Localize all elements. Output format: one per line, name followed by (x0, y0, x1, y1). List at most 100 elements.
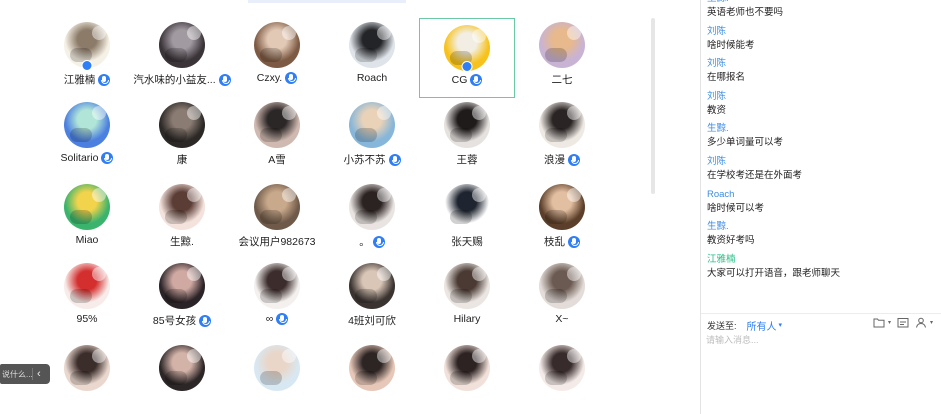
participant-tile[interactable]: 康 (134, 98, 230, 178)
avatar-highlight (567, 26, 581, 40)
avatar-shade (260, 128, 282, 142)
participant-tile[interactable]: 浪漫 (514, 98, 610, 178)
chat-sender[interactable]: 刘陈 (707, 25, 937, 38)
participant-name: Hilary (453, 313, 481, 325)
chat-sender[interactable]: 江雅楠 (707, 253, 937, 266)
avatar-highlight (282, 349, 296, 363)
participant-tile[interactable]: 生黥. (134, 180, 230, 260)
participant-tile[interactable]: 。 (324, 180, 420, 260)
folder-icon[interactable] (873, 317, 885, 328)
chat-message: 刘陈 在学校考还是在外面考 (707, 152, 937, 185)
participant-name: 小苏不苏 (343, 154, 386, 166)
participant-tile[interactable]: X~ (514, 259, 610, 339)
participant-tile[interactable]: Hilary (419, 259, 515, 339)
participant-tile[interactable]: 85号女孩 (134, 259, 230, 339)
participant-name: Czxy. (256, 72, 283, 84)
avatar-shade (450, 210, 472, 224)
folder-caret-icon[interactable]: ▾ (888, 319, 891, 326)
screenshot-icon[interactable] (897, 317, 909, 328)
participant-tile[interactable] (324, 341, 420, 414)
participant-tile[interactable]: 会议用户982673 (229, 180, 325, 260)
participant-name-row: Roach (324, 72, 420, 84)
participant-tile[interactable]: Roach (324, 18, 420, 98)
participant-name-row: 汽水味的小益友... (133, 72, 231, 87)
participant-name-row: Miao (39, 234, 135, 246)
avatar (444, 102, 490, 148)
participant-tile[interactable]: 枝乱 (514, 180, 610, 260)
avatar (539, 22, 585, 68)
collapse-panel-button[interactable]: 说什么... ‹ (0, 364, 50, 384)
send-to-dropdown[interactable]: 所有人 ▾ (747, 318, 783, 333)
chat-text: 教资 (707, 104, 727, 116)
participant-tile[interactable]: A雪 (229, 98, 325, 178)
participant-name-row: 85号女孩 (134, 313, 230, 328)
chat-message: 生黥. 教资好考吗 (707, 217, 937, 250)
participant-name-row: A雪 (229, 152, 325, 167)
chat-text: 在哪报名 (707, 72, 746, 84)
chat-sender[interactable]: Roach (707, 188, 937, 201)
chat-message-list[interactable]: 生黥.英语老师也不要吗刘陈啥时候能考刘陈在哪报名刘陈教资生黥.多少单词量可以考刘… (707, 0, 937, 300)
chat-message: 刘陈 在哪报名 (707, 54, 937, 87)
microphone-icon (470, 74, 483, 86)
avatar (444, 263, 490, 309)
avatar-highlight (377, 106, 391, 120)
participant-tile[interactable]: Czxy. (229, 18, 325, 98)
avatar-highlight (377, 188, 391, 202)
participant-name-row: 生黥. (134, 234, 230, 249)
avatar-shade (545, 371, 567, 385)
chat-sender[interactable]: 刘陈 (707, 90, 937, 103)
participant-tile[interactable]: 4班刘可欣 (324, 259, 420, 339)
chat-text: 啥时候可以考 (707, 202, 765, 214)
participant-tile[interactable] (419, 341, 515, 414)
chat-panel: 生黥.英语老师也不要吗刘陈啥时候能考刘陈在哪报名刘陈教资生黥.多少单词量可以考刘… (701, 0, 941, 414)
participant-tile[interactable] (514, 341, 610, 414)
message-input[interactable] (706, 333, 934, 407)
participant-tile[interactable]: 张天赐 (419, 180, 515, 260)
participant-tile[interactable]: 二七 (514, 18, 610, 98)
avatar (349, 345, 395, 391)
avatar (159, 184, 205, 230)
avatar-shade (165, 48, 187, 62)
avatar-shade (450, 128, 472, 142)
chat-sender[interactable]: 刘陈 (707, 57, 937, 70)
participant-name-row: 枝乱 (514, 234, 610, 249)
participant-tile[interactable]: 江雅楠 (39, 18, 135, 98)
chat-sender[interactable]: 生黥. (707, 122, 937, 135)
participant-tile[interactable]: 95% (39, 259, 135, 339)
avatar (159, 263, 205, 309)
chat-sender[interactable]: 刘陈 (707, 155, 937, 168)
avatar-highlight (567, 106, 581, 120)
person-caret-icon[interactable]: ▾ (930, 319, 933, 326)
input-divider (701, 313, 941, 314)
avatar-highlight (472, 188, 486, 202)
participant-tile[interactable]: Miao (39, 180, 135, 260)
grid-scrollbar[interactable] (651, 18, 655, 194)
participant-tile[interactable]: CG (419, 18, 515, 98)
microphone-icon (568, 235, 580, 248)
avatar-highlight (187, 106, 201, 120)
chevron-left-icon[interactable]: ‹ (33, 368, 41, 380)
participant-tile[interactable]: ∞ (229, 259, 325, 339)
participant-tile[interactable]: Solitario (39, 98, 135, 178)
avatar-highlight (92, 267, 106, 281)
participant-tile[interactable] (39, 341, 135, 414)
participant-tile[interactable]: 王蓉 (419, 98, 515, 178)
participant-name: 生黥. (170, 236, 194, 248)
avatar (349, 184, 395, 230)
avatar-highlight (282, 267, 296, 281)
avatar (349, 102, 395, 148)
participant-tile[interactable]: 汽水味的小益友... (133, 18, 231, 98)
participant-name: 康 (176, 154, 188, 166)
chat-sender[interactable]: 生黥. (707, 220, 937, 233)
microphone-icon (101, 152, 114, 164)
participant-tile[interactable]: 小苏不苏 (324, 98, 420, 178)
chat-text: 大家可以打开语音，跟老师聊天 (707, 267, 841, 279)
participant-tile[interactable] (134, 341, 230, 414)
avatar-shade (545, 128, 567, 142)
person-icon[interactable] (915, 317, 927, 328)
avatar-shade (450, 371, 472, 385)
participant-name: Roach (356, 72, 388, 84)
avatar-shade (260, 371, 282, 385)
participant-tile[interactable] (229, 341, 325, 414)
avatar-highlight (187, 267, 201, 281)
